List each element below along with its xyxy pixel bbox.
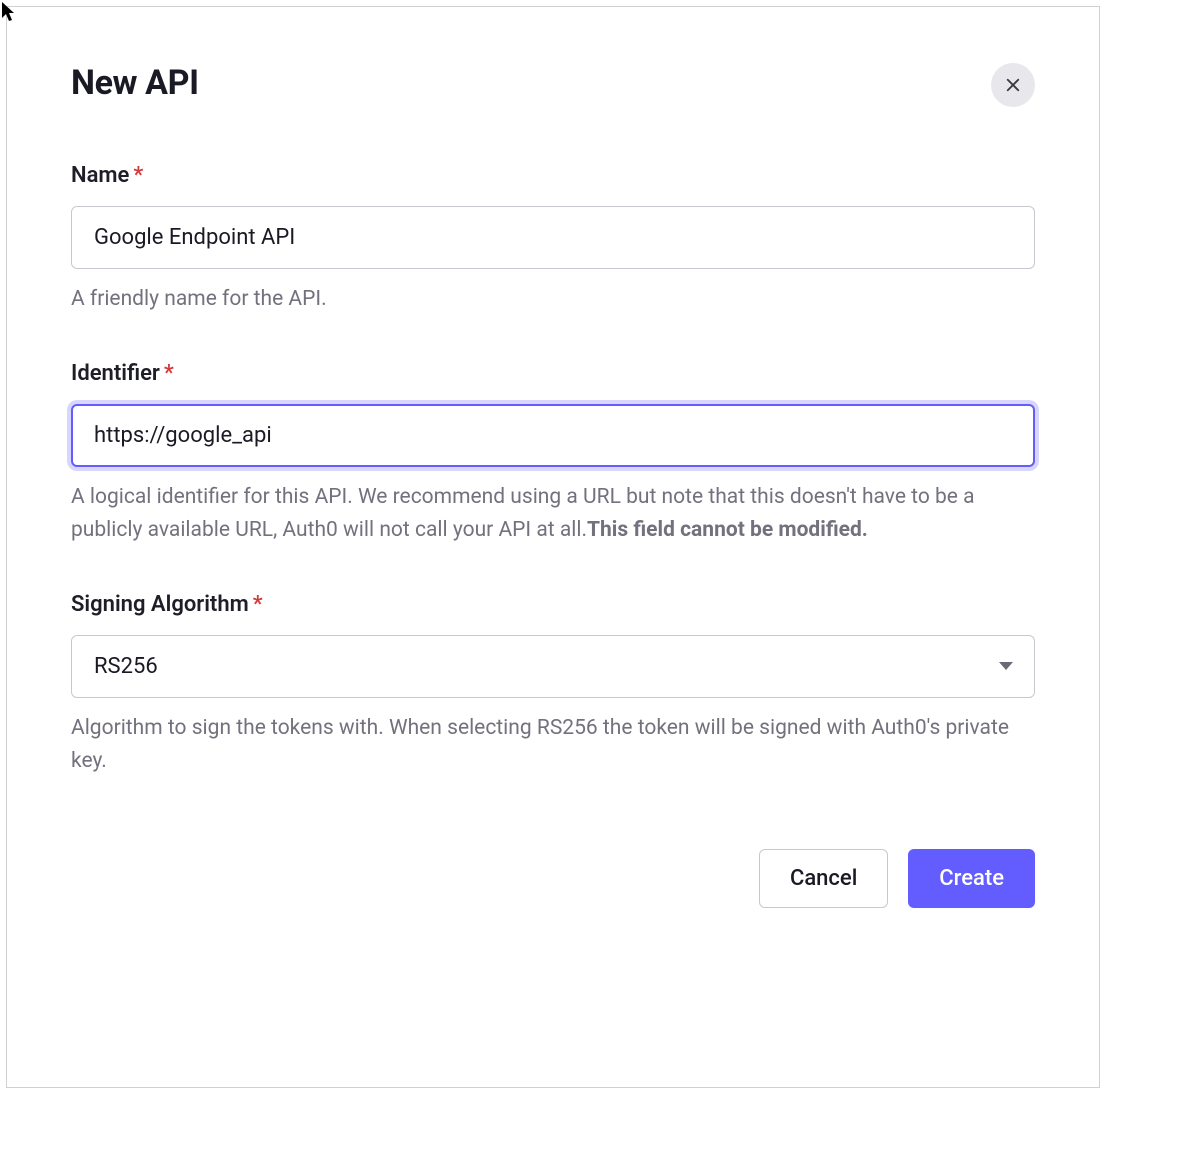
close-icon [1004,76,1022,94]
required-asterisk: * [253,592,263,617]
close-button[interactable] [991,63,1035,107]
dialog-title: New API [71,63,199,103]
name-label: Name* [71,163,1035,188]
create-button[interactable]: Create [908,849,1035,908]
identifier-helper-text: A logical identifier for this API. We re… [71,481,1035,548]
identifier-label-text: Identifier [71,361,160,386]
signing-algorithm-field-group: Signing Algorithm* Algorithm to sign the… [71,592,1035,779]
signing-algorithm-helper-text: Algorithm to sign the tokens with. When … [71,712,1035,779]
signing-algorithm-select[interactable] [71,635,1035,698]
identifier-field-group: Identifier* A logical identifier for thi… [71,361,1035,548]
signing-algorithm-label: Signing Algorithm* [71,592,1035,617]
dialog-footer: Cancel Create [71,849,1035,908]
new-api-dialog: New API Name* A friendly name for the AP… [6,6,1100,1088]
identifier-helper-bold: This field cannot be modified. [587,518,868,542]
name-label-text: Name [71,163,129,188]
identifier-label: Identifier* [71,361,1035,386]
signing-algorithm-label-text: Signing Algorithm [71,592,249,617]
required-asterisk: * [164,361,174,386]
cursor-icon [2,2,18,22]
signing-algorithm-select-wrap [71,635,1035,698]
name-field-group: Name* A friendly name for the API. [71,163,1035,317]
identifier-input[interactable] [71,404,1035,467]
name-input[interactable] [71,206,1035,269]
name-helper-text: A friendly name for the API. [71,283,1035,317]
cancel-button[interactable]: Cancel [759,849,888,908]
required-asterisk: * [133,163,143,188]
dialog-header: New API [71,63,1035,107]
